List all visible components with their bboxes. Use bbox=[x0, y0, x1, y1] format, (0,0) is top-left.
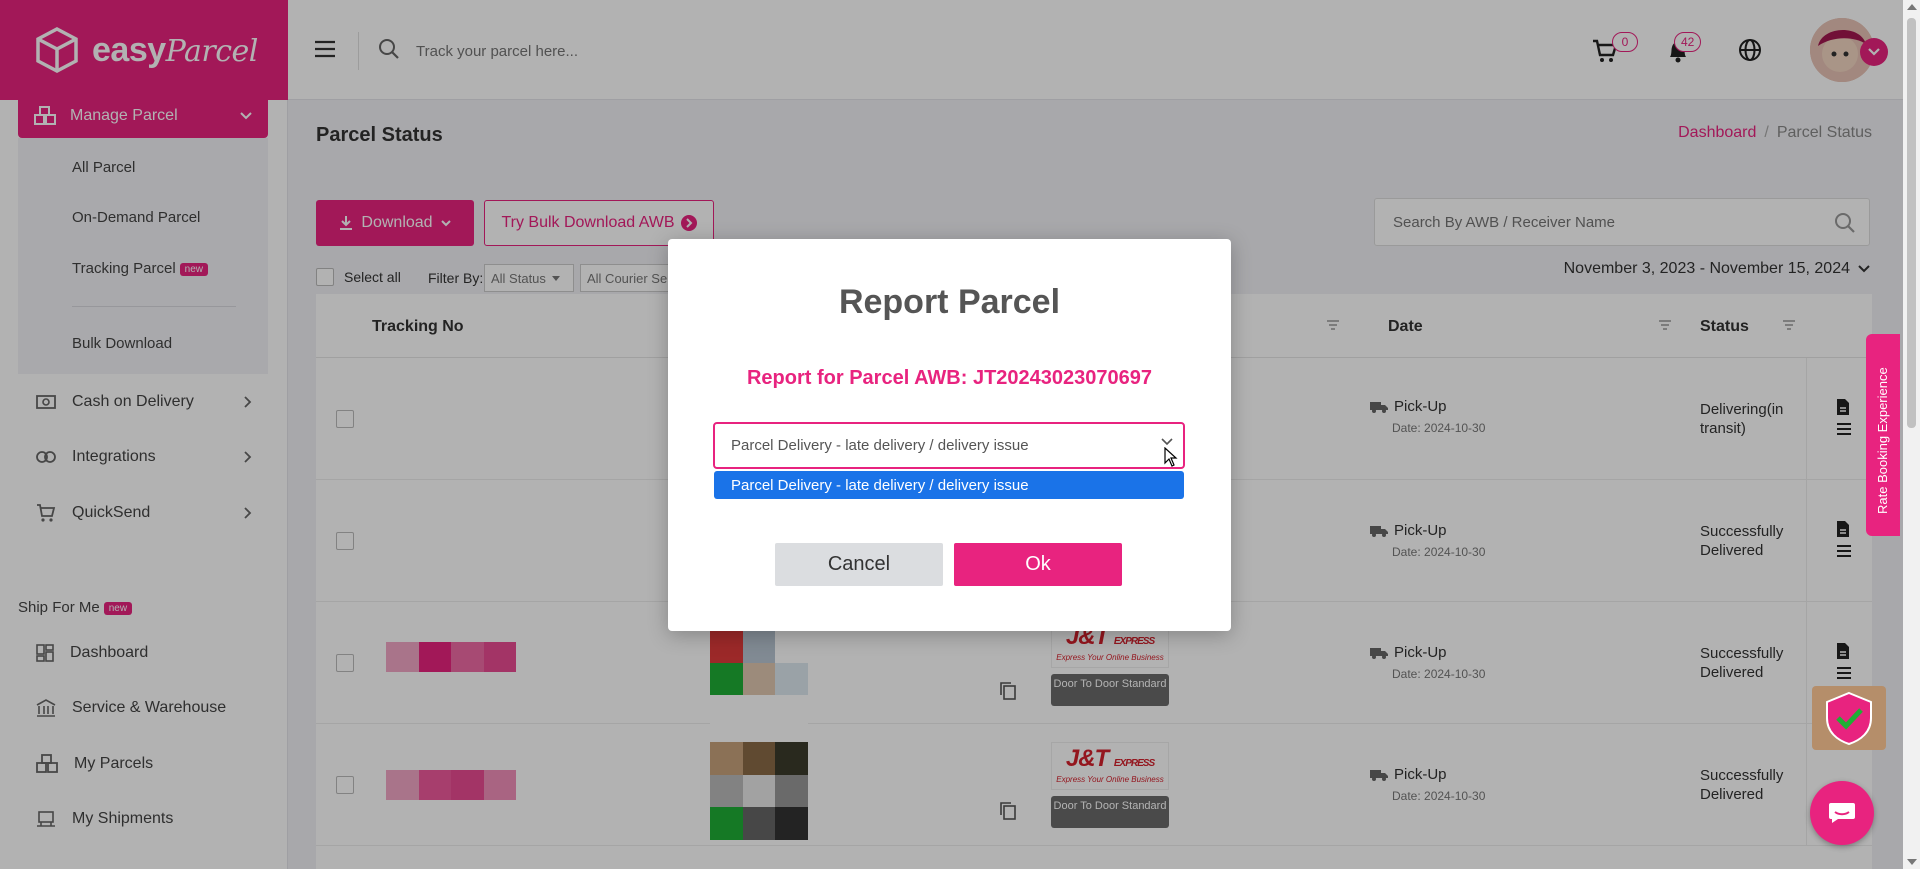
rate-booking-experience-tab[interactable]: Rate Booking Experience bbox=[1866, 334, 1900, 536]
scroll-down-arrow[interactable] bbox=[1907, 859, 1917, 865]
easycover-badge[interactable] bbox=[1812, 686, 1886, 750]
report-reason-select[interactable]: Parcel Delivery - late delivery / delive… bbox=[713, 422, 1185, 469]
report-reason-value: Parcel Delivery - late delivery / delive… bbox=[731, 437, 1029, 454]
modal-title: Report Parcel bbox=[838, 283, 1061, 321]
ok-button[interactable]: Ok bbox=[954, 543, 1122, 586]
report-parcel-modal: Report Parcel Report for Parcel AWB: JT2… bbox=[668, 239, 1231, 631]
modal-subtitle: Report for Parcel AWB: JT20243023070697 bbox=[746, 367, 1153, 389]
dropdown-option[interactable]: Parcel Delivery - late delivery / delive… bbox=[714, 471, 1184, 499]
chat-button[interactable] bbox=[1810, 781, 1874, 845]
page-scrollbar[interactable] bbox=[1903, 0, 1920, 869]
mouse-cursor-icon bbox=[1164, 447, 1178, 467]
scrollbar-thumb[interactable] bbox=[1907, 18, 1916, 428]
rate-booking-label: Rate Booking Experience bbox=[1875, 367, 1890, 514]
scroll-up-arrow[interactable] bbox=[1907, 4, 1917, 10]
chat-icon bbox=[1828, 802, 1856, 824]
cancel-button[interactable]: Cancel bbox=[775, 543, 943, 586]
chevron-down-icon bbox=[1161, 438, 1173, 446]
